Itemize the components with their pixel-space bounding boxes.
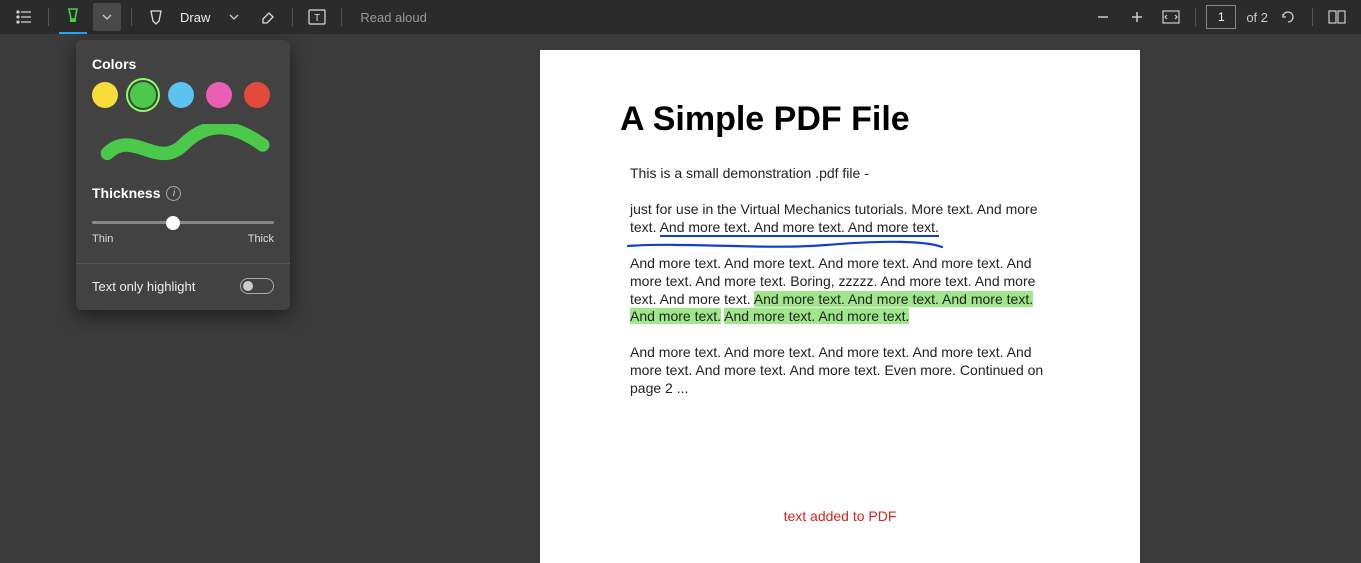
text-only-toggle[interactable] xyxy=(240,278,274,294)
color-swatch-red[interactable] xyxy=(244,82,270,108)
stroke-preview xyxy=(92,124,274,166)
zoom-in-icon[interactable] xyxy=(1123,3,1151,31)
highlighter-tool[interactable] xyxy=(59,0,87,34)
pdf-page[interactable]: A Simple PDF File This is a small demons… xyxy=(540,50,1140,563)
color-row xyxy=(92,82,274,108)
color-swatch-yellow[interactable] xyxy=(92,82,118,108)
svg-text:T: T xyxy=(314,13,320,24)
info-icon[interactable]: i xyxy=(166,186,181,201)
pdf-paragraph-4: And more text. And more text. And more t… xyxy=(630,344,1057,398)
separator xyxy=(48,8,49,26)
color-swatch-green[interactable] xyxy=(130,82,156,108)
rotate-icon[interactable] xyxy=(1274,3,1302,31)
color-swatch-pink[interactable] xyxy=(206,82,232,108)
thickness-title-row: Thickness i xyxy=(92,185,274,201)
thickness-title: Thickness xyxy=(92,185,160,201)
toolbar-right: of 2 xyxy=(1089,3,1351,31)
draw-tool-icon[interactable] xyxy=(142,3,170,31)
pdf-paragraph-3: And more text. And more text. And more t… xyxy=(630,255,1057,327)
divider xyxy=(76,263,290,264)
draw-dropdown[interactable] xyxy=(220,3,248,31)
separator xyxy=(292,8,293,26)
highlighter-dropdown[interactable] xyxy=(93,3,121,31)
color-swatch-blue[interactable] xyxy=(168,82,194,108)
blue-ink-stroke xyxy=(626,238,946,254)
separator xyxy=(1312,8,1313,26)
page-number-input[interactable] xyxy=(1206,5,1236,29)
separator xyxy=(1195,8,1196,26)
text-only-toggle-row: Text only highlight xyxy=(92,278,274,294)
read-aloud-button[interactable]: Read aloud xyxy=(360,10,427,25)
separator xyxy=(131,8,132,26)
erase-icon[interactable] xyxy=(254,3,282,31)
page-total-label: of 2 xyxy=(1246,10,1268,25)
fit-page-icon[interactable] xyxy=(1157,3,1185,31)
toolbar: Draw T Read aloud of 2 xyxy=(0,0,1361,34)
p2-underlined: And more text. And more text. And more t… xyxy=(660,219,939,237)
toggle-label: Text only highlight xyxy=(92,279,195,294)
slider-max-label: Thick xyxy=(248,233,274,245)
slider-min-label: Thin xyxy=(92,233,113,245)
colors-title: Colors xyxy=(92,56,274,72)
toggle-knob xyxy=(243,281,253,291)
add-text-icon[interactable]: T xyxy=(303,3,331,31)
contents-icon[interactable] xyxy=(10,3,38,31)
page-view-icon[interactable] xyxy=(1323,3,1351,31)
p3-highlight-2: And more text. And more text. xyxy=(724,308,909,324)
pdf-paragraph-1: This is a small demonstration .pdf file … xyxy=(630,165,1057,183)
pdf-paragraph-2: just for use in the Virtual Mechanics tu… xyxy=(630,201,1057,237)
zoom-out-icon[interactable] xyxy=(1089,3,1117,31)
pdf-title: A Simple PDF File xyxy=(620,100,1140,139)
added-text: text added to PDF xyxy=(540,508,1140,524)
thickness-slider[interactable] xyxy=(92,221,274,224)
highlighter-popup: Colors Thickness i Thin Thick Text only … xyxy=(76,40,290,310)
thickness-slider-wrap: Thin Thick xyxy=(92,211,274,245)
draw-label[interactable]: Draw xyxy=(180,10,210,25)
separator xyxy=(341,8,342,26)
